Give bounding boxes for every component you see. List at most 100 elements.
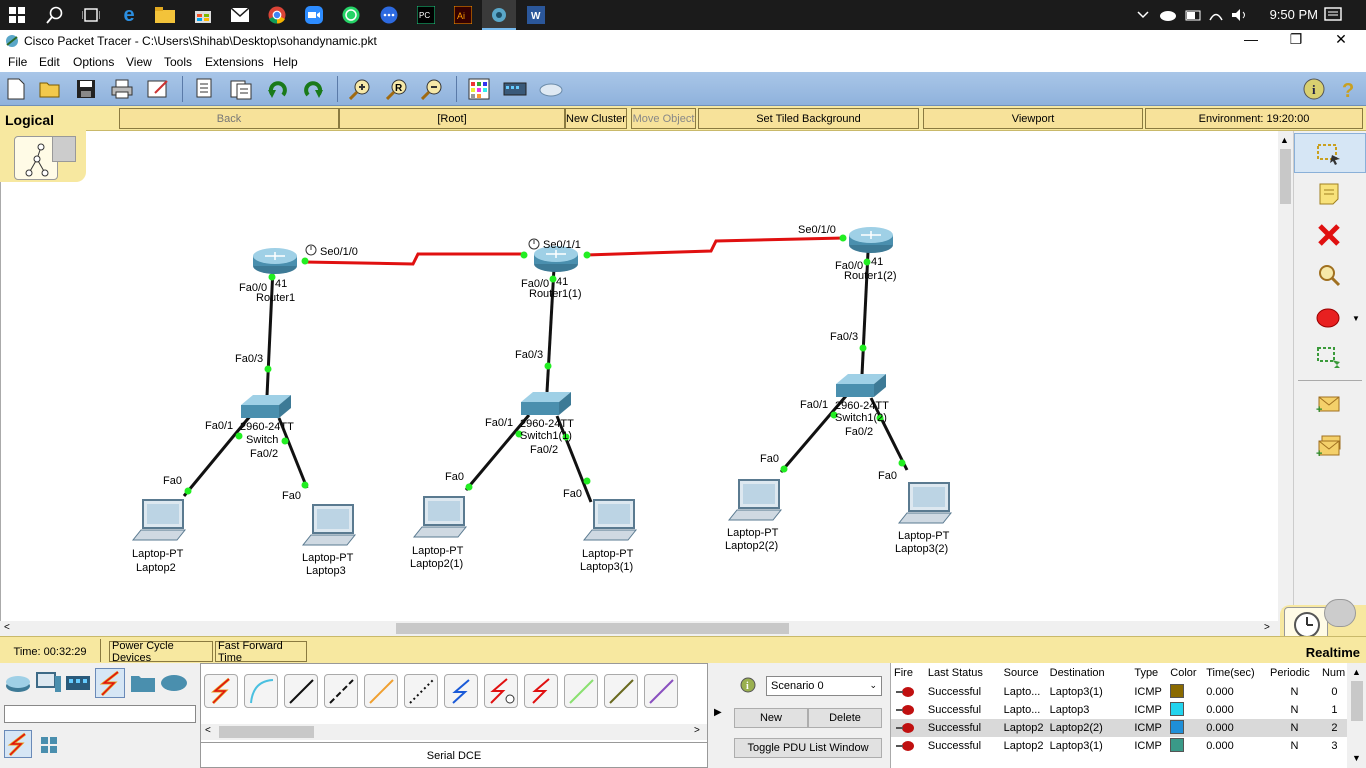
store-icon[interactable] xyxy=(192,4,214,26)
power-cycle-devices-button[interactable]: Power Cycle Devices xyxy=(109,640,213,664)
topology-canvas[interactable]: Se0/1/0 Fa0/0 41 Router1 Se0/1/1 Fa0/0 4… xyxy=(1,131,1279,621)
root-button[interactable]: [Root] xyxy=(339,108,565,129)
vertical-scrollbar[interactable]: ▲ ▼ xyxy=(1278,131,1293,621)
serial-dce-icon[interactable] xyxy=(484,674,518,708)
col-fire[interactable]: Fire xyxy=(891,663,925,683)
zoom-icon[interactable] xyxy=(303,4,325,26)
automatic-connection-icon[interactable] xyxy=(204,674,238,708)
scenario-select[interactable]: Scenario 0 ⌄ xyxy=(766,676,882,696)
new-file-icon[interactable] xyxy=(4,77,28,101)
whatsapp-icon[interactable] xyxy=(340,4,362,26)
illustrator-icon[interactable]: Ai xyxy=(452,4,474,26)
copy-icon[interactable] xyxy=(192,77,216,101)
place-note-icon[interactable] xyxy=(1314,179,1344,209)
network-cloud-icon[interactable] xyxy=(539,77,563,101)
copper-straight-through-icon[interactable] xyxy=(284,674,318,708)
fast-forward-time-button[interactable]: Fast Forward Time xyxy=(215,640,307,664)
iot-custom-cable-icon[interactable] xyxy=(604,674,638,708)
col-last-status[interactable]: Last Status xyxy=(924,663,1001,683)
close-button[interactable]: ✕ xyxy=(1318,31,1364,51)
new-cluster-button[interactable]: New Cluster xyxy=(565,108,627,129)
drawing-palette-icon[interactable] xyxy=(467,77,491,101)
menu-view[interactable]: View xyxy=(126,55,152,69)
pdu-row[interactable]: Successful Lapto... Laptop3 ICMP 0.000 N 1 xyxy=(891,701,1347,719)
help-question-icon[interactable]: ? xyxy=(1337,77,1361,101)
scroll-down-icon[interactable]: ▼ xyxy=(1352,753,1361,763)
menu-tools[interactable]: Tools xyxy=(164,55,192,69)
search-icon[interactable] xyxy=(44,4,66,26)
new-scenario-button[interactable]: New xyxy=(734,708,808,728)
undo-icon[interactable] xyxy=(266,77,290,101)
back-button[interactable]: Back xyxy=(119,108,339,129)
menu-extensions[interactable]: Extensions xyxy=(205,55,264,69)
col-time[interactable]: Time(sec) xyxy=(1203,663,1268,683)
col-destination[interactable]: Destination xyxy=(1046,663,1132,683)
connections-category-icon[interactable] xyxy=(95,668,125,698)
horizontal-scrollbar[interactable]: < > xyxy=(0,621,1278,636)
edge-icon[interactable]: e xyxy=(118,4,140,26)
col-periodic[interactable]: Periodic xyxy=(1267,663,1319,683)
scroll-up-icon[interactable]: ▲ xyxy=(1352,667,1361,677)
minimize-button[interactable]: — xyxy=(1228,31,1274,51)
multiuser-cloud-icon[interactable] xyxy=(159,670,189,696)
chrome-icon[interactable] xyxy=(266,4,288,26)
logical-mode-label[interactable]: Logical xyxy=(0,106,116,131)
maximize-button[interactable]: ❐ xyxy=(1273,31,1319,51)
col-color[interactable]: Color xyxy=(1167,663,1204,683)
windows-start-icon[interactable] xyxy=(6,4,28,26)
pdu-scrollbar[interactable]: ▲ ▼ xyxy=(1347,663,1366,768)
paste-icon[interactable] xyxy=(229,77,253,101)
mail-icon[interactable] xyxy=(229,4,251,26)
horizontal-scroll-thumb[interactable] xyxy=(396,623,789,634)
menu-options[interactable]: Options xyxy=(73,55,114,69)
simulation-mode-icon[interactable] xyxy=(1324,599,1356,627)
components-icon[interactable] xyxy=(64,670,92,696)
pdu-row[interactable]: Successful Laptop2 Laptop3(1) ICMP 0.000 N 3 xyxy=(891,737,1347,755)
environment-button[interactable]: Environment: 19:20:00 xyxy=(1145,108,1363,129)
phone-cable-icon[interactable] xyxy=(404,674,438,708)
end-devices-icon[interactable] xyxy=(34,670,62,696)
device-search-input[interactable] xyxy=(4,705,196,723)
logical-workspace[interactable]: Se0/1/0 Fa0/0 41 Router1 Se0/1/1 Fa0/0 4… xyxy=(0,131,1278,621)
usb-cable-icon[interactable] xyxy=(644,674,678,708)
col-source[interactable]: Source xyxy=(1000,663,1047,683)
custom-device-icon[interactable] xyxy=(503,77,527,101)
viewport-button[interactable]: Viewport xyxy=(923,108,1143,129)
print-icon[interactable] xyxy=(110,77,134,101)
delete-scenario-button[interactable]: Delete xyxy=(808,708,882,728)
activity-wizard-icon[interactable] xyxy=(146,77,170,101)
connection-scrollbar[interactable]: < > xyxy=(201,724,707,740)
physical-view-icon[interactable] xyxy=(52,136,76,162)
info-icon[interactable]: i xyxy=(1302,77,1326,101)
notifications-icon[interactable] xyxy=(1322,4,1344,26)
toggle-pdu-list-button[interactable]: Toggle PDU List Window xyxy=(734,738,882,758)
fire-pdu-icon[interactable] xyxy=(891,737,925,755)
connection-scroll-thumb[interactable] xyxy=(219,726,314,738)
serial-dte-icon[interactable] xyxy=(524,674,558,708)
zoom-out-icon[interactable] xyxy=(420,77,444,101)
fire-pdu-icon[interactable] xyxy=(891,701,925,719)
file-explorer-icon[interactable] xyxy=(154,4,176,26)
miscellaneous-icon[interactable] xyxy=(129,670,157,696)
pdu-scroll-thumb[interactable] xyxy=(1351,681,1363,721)
coaxial-cable-icon[interactable] xyxy=(444,674,478,708)
zoom-reset-icon[interactable]: R xyxy=(385,77,409,101)
fire-pdu-icon[interactable] xyxy=(891,683,925,701)
add-complex-pdu-icon[interactable]: + xyxy=(1314,431,1344,461)
network-devices-icon[interactable] xyxy=(4,670,32,696)
pycharm-icon[interactable]: PC xyxy=(415,4,437,26)
connections-subcategory-icon[interactable] xyxy=(4,730,32,758)
copper-cross-over-icon[interactable] xyxy=(324,674,358,708)
select-tool-icon[interactable] xyxy=(1314,139,1344,169)
fiber-cable-icon[interactable] xyxy=(364,674,398,708)
menu-help[interactable]: Help xyxy=(273,55,298,69)
menu-edit[interactable]: Edit xyxy=(39,55,60,69)
messenger-icon[interactable] xyxy=(378,4,400,26)
save-icon[interactable] xyxy=(74,77,98,101)
packet-tracer-icon[interactable] xyxy=(488,4,510,26)
logical-view-tab[interactable] xyxy=(0,130,86,182)
octal-cable-icon[interactable] xyxy=(564,674,598,708)
pdu-row[interactable]: Successful Laptop2 Laptop2(2) ICMP 0.000 N 2 xyxy=(891,719,1347,737)
open-folder-icon[interactable] xyxy=(38,77,62,101)
menu-file[interactable]: File xyxy=(8,55,27,69)
